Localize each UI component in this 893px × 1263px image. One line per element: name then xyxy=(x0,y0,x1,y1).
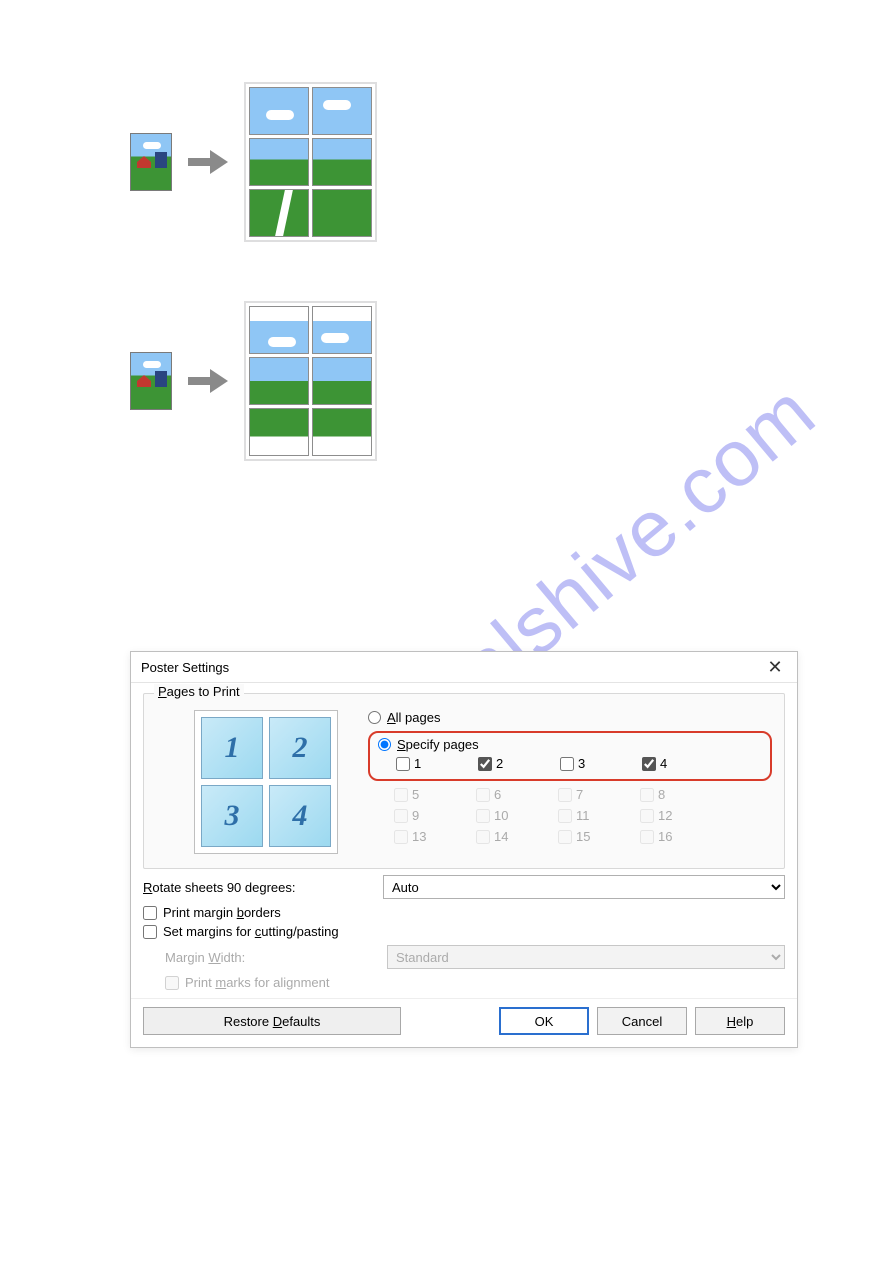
radio-specify-pages-label: Specify pages xyxy=(397,737,479,752)
page-check-6: 6 xyxy=(476,787,548,802)
diagram-border-on xyxy=(130,301,377,461)
page-check-15: 15 xyxy=(558,829,630,844)
source-thumbnail xyxy=(130,133,172,191)
page-check-9: 9 xyxy=(394,808,466,823)
set-margins-cutting-label: Set margins for cutting/pasting xyxy=(163,924,339,939)
page-check-10: 10 xyxy=(476,808,548,823)
page-check-14: 14 xyxy=(476,829,548,844)
pages-to-print-label: Pages to Print xyxy=(154,684,244,699)
print-margin-borders-check[interactable] xyxy=(143,906,157,920)
print-margin-borders-label: Print margin borders xyxy=(163,905,281,920)
rotate-sheets-select[interactable]: Auto xyxy=(383,875,785,899)
diagram-border-off xyxy=(130,82,377,242)
preview-cell-3: 3 xyxy=(201,785,263,847)
source-thumbnail xyxy=(130,352,172,410)
preview-cell-4: 4 xyxy=(269,785,331,847)
page-check-16: 16 xyxy=(640,829,712,844)
page-preview-grid: 1 2 3 4 xyxy=(194,710,338,854)
page-check-11: 11 xyxy=(558,808,630,823)
set-margins-cutting-check[interactable] xyxy=(143,925,157,939)
preview-cell-2: 2 xyxy=(269,717,331,779)
preview-cell-1: 1 xyxy=(201,717,263,779)
dialog-titlebar: Poster Settings ✕ xyxy=(131,652,797,683)
page-check-4[interactable]: 4 xyxy=(642,756,714,771)
pages-to-print-group: Pages to Print 1 2 3 4 All pages Specify… xyxy=(143,693,785,869)
radio-all-pages[interactable] xyxy=(368,711,381,724)
page-selection-panel: All pages Specify pages 1 2 3 4 5 xyxy=(368,710,772,844)
page-check-1[interactable]: 1 xyxy=(396,756,468,771)
rotate-sheets-label: Rotate sheets 90 degrees: xyxy=(143,880,373,895)
close-icon[interactable]: ✕ xyxy=(763,658,787,676)
print-marks-label: Print marks for alignment xyxy=(185,975,330,990)
cancel-button[interactable]: Cancel xyxy=(597,1007,687,1035)
page-check-8: 8 xyxy=(640,787,712,802)
page-check-12: 12 xyxy=(640,808,712,823)
arrow-icon xyxy=(188,150,228,174)
page-check-7: 7 xyxy=(558,787,630,802)
page-check-13: 13 xyxy=(394,829,466,844)
restore-defaults-button[interactable]: Restore Defaults xyxy=(143,1007,401,1035)
specify-pages-highlight: Specify pages 1 2 3 4 xyxy=(368,731,772,781)
print-marks-check xyxy=(165,976,179,990)
poster-settings-dialog: Poster Settings ✕ Pages to Print 1 2 3 4… xyxy=(130,651,798,1048)
page-check-2[interactable]: 2 xyxy=(478,756,550,771)
page-check-5: 5 xyxy=(394,787,466,802)
radio-all-pages-label: All pages xyxy=(387,710,440,725)
poster-grid-2x3-border xyxy=(244,301,377,461)
radio-specify-pages[interactable] xyxy=(378,738,391,751)
margin-width-select: Standard xyxy=(387,945,785,969)
margin-width-label: Margin Width: xyxy=(165,950,377,965)
poster-grid-2x3-noborder xyxy=(244,82,377,242)
ok-button[interactable]: OK xyxy=(499,1007,589,1035)
help-button[interactable]: Help xyxy=(695,1007,785,1035)
dialog-title: Poster Settings xyxy=(141,660,229,675)
arrow-icon xyxy=(188,369,228,393)
page-check-3[interactable]: 3 xyxy=(560,756,632,771)
